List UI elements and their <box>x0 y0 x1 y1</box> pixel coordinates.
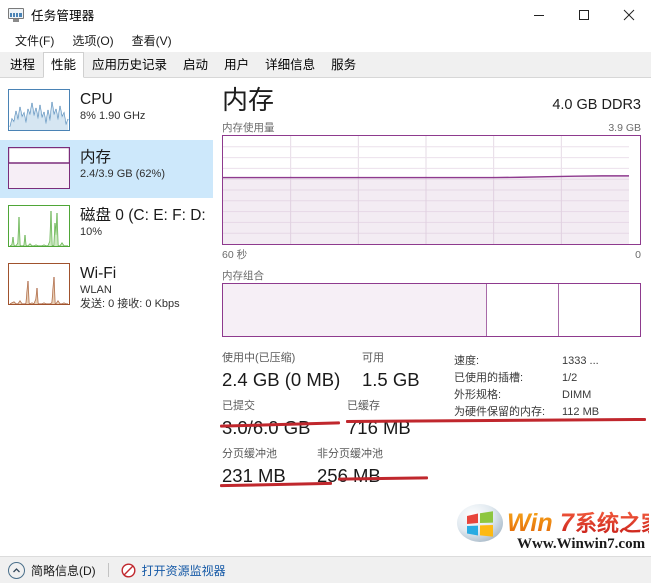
watermark-brand-win: Win <box>507 509 553 537</box>
menu-bar: 文件(F) 选项(O) 查看(V) <box>0 30 651 52</box>
composition-segment-modified <box>486 284 558 336</box>
stat-inuse-value: 2.4 GB (0 MB) <box>222 369 341 390</box>
memory-usage-chart-svg <box>223 136 629 244</box>
detail-formfactor: 外形规格: DIMM <box>454 387 641 404</box>
menu-item-file[interactable]: 文件(F) <box>6 30 63 52</box>
sidebar-wifi-title: Wi-Fi <box>80 265 117 282</box>
memory-composition-bar <box>222 283 641 337</box>
sidebar-item-disk[interactable]: 磁盘 0 (C: E: F: D: 10% <box>0 198 213 256</box>
window-controls <box>516 0 651 30</box>
stat-available: 可用 1.5 GB <box>362 351 420 393</box>
status-divider <box>107 563 109 577</box>
chart-max-label: 3.9 GB <box>608 122 641 134</box>
watermark-url: Www.Winwin7.com <box>517 536 646 552</box>
tab-startup[interactable]: 启动 <box>175 52 216 77</box>
wifi-sparkline-icon <box>8 263 70 305</box>
composition-caption: 内存组合 <box>222 270 264 282</box>
detail-speed-value: 1333 ... <box>562 355 599 367</box>
sidebar-disk-title: 磁盘 0 (C: E: F: D: <box>80 207 206 224</box>
stat-nonpaged-pool-label: 非分页缓冲池 <box>317 448 383 460</box>
tab-bar: 进程 性能 应用历史记录 启动 用户 详细信息 服务 <box>0 52 651 78</box>
stat-committed-value: 3.0/6.0 GB <box>222 417 311 438</box>
sidebar-memory-title: 内存 <box>80 149 112 166</box>
chart-axis-right: 0 <box>635 249 641 261</box>
statistics-left-column: 使用中(已压缩) 2.4 GB (0 MB) 可用 1.5 GB 已提交 3.0… <box>219 351 647 489</box>
sidebar-wifi-sub: WLAN <box>80 284 112 296</box>
detail-slots-key: 已使用的插槽: <box>454 372 524 384</box>
sidebar-item-cpu[interactable]: CPU 8% 1.90 GHz <box>0 82 213 140</box>
detail-formfactor-value: DIMM <box>562 389 592 401</box>
watermark-brand-7: 7 <box>560 509 575 537</box>
content-area: CPU 8% 1.90 GHz 内存 2.4/3.9 GB (62%) 磁盘 0… <box>0 78 651 543</box>
composition-segment-inuse <box>223 284 486 336</box>
watermark-brand-cn: 系统之家 <box>575 511 649 536</box>
menu-item-view[interactable]: 查看(V) <box>123 30 181 52</box>
tab-app-history[interactable]: 应用历史记录 <box>84 52 175 77</box>
stat-paged-pool-label: 分页缓冲池 <box>222 448 277 460</box>
detail-speed: 速度: 1333 ... <box>454 353 641 370</box>
disk-sparkline-icon <box>8 205 70 247</box>
status-bar: 简略信息(D) 打开资源监视器 <box>0 556 651 583</box>
chart-caption: 内存使用量 <box>222 122 275 134</box>
detail-formfactor-key: 外形规格: <box>454 389 502 401</box>
chart-caption-row: 内存使用量 3.9 GB <box>222 120 641 135</box>
stat-committed-label: 已提交 <box>222 400 255 412</box>
sidebar-cpu-sub: 8% 1.90 GHz <box>80 110 146 122</box>
sidebar-wifi-sub2: 发送: 0 接收: 0 Kbps <box>80 298 180 310</box>
chart-axis-row: 60 秒 0 <box>222 247 641 262</box>
sidebar-item-wifi[interactable]: Wi-Fi WLAN 发送: 0 接收: 0 Kbps <box>0 256 213 314</box>
resource-monitor-icon[interactable] <box>121 562 136 578</box>
stat-inuse: 使用中(已压缩) 2.4 GB (0 MB) <box>222 351 362 393</box>
close-button[interactable] <box>606 0 651 30</box>
window-title: 任务管理器 <box>31 9 95 23</box>
task-manager-icon <box>8 7 24 22</box>
sidebar-disk-sub: 10% <box>80 226 103 238</box>
tab-details[interactable]: 详细信息 <box>257 52 323 77</box>
minimize-button[interactable] <box>516 0 561 30</box>
memory-usage-icon <box>8 147 70 189</box>
maximize-button[interactable] <box>561 0 606 30</box>
chart-axis-left: 60 秒 <box>222 249 248 261</box>
sidebar-item-memory[interactable]: 内存 2.4/3.9 GB (62%) <box>0 140 213 198</box>
title-bar: 任务管理器 <box>0 0 651 30</box>
detail-reserved-value: 112 MB <box>562 406 600 418</box>
cpu-sparkline-icon <box>8 89 70 131</box>
watermark-logo: Win 7 系统之家 Www.Winwin7.com <box>455 501 651 553</box>
sidebar-memory-sub: 2.4/3.9 GB (62%) <box>80 168 165 180</box>
detail-slots: 已使用的插槽: 1/2 <box>454 370 641 387</box>
detail-slots-value: 1/2 <box>562 372 578 384</box>
page-title: 内存 <box>222 85 275 115</box>
open-resource-monitor-link[interactable]: 打开资源监视器 <box>142 562 226 579</box>
detail-reserved: 为硬件保留的内存: 112 MB <box>454 404 641 421</box>
statistics-area: 使用中(已压缩) 2.4 GB (0 MB) 可用 1.5 GB 已提交 3.0… <box>219 351 647 489</box>
stat-nonpaged-pool-value: 256 MB <box>317 465 381 486</box>
fewer-details-button[interactable]: 简略信息(D) <box>31 562 96 579</box>
detail-reserved-key: 为硬件保留的内存: <box>454 406 546 418</box>
stat-available-value: 1.5 GB <box>362 369 420 390</box>
stat-cached-label: 已缓存 <box>347 400 380 412</box>
menu-item-options[interactable]: 选项(O) <box>63 30 122 52</box>
tab-users[interactable]: 用户 <box>216 52 257 77</box>
memory-detail-panel: 内存 4.0 GB DDR3 内存使用量 3.9 GB 60 秒 0 内存组合 <box>214 78 651 543</box>
memory-usage-chart <box>222 135 641 245</box>
tab-processes[interactable]: 进程 <box>2 52 43 77</box>
sidebar-cpu-title: CPU <box>80 91 113 108</box>
detail-speed-key: 速度: <box>454 355 480 367</box>
stat-cached-value: 716 MB <box>347 417 411 438</box>
stat-row-1: 使用中(已压缩) 2.4 GB (0 MB) 可用 1.5 GB <box>222 351 454 393</box>
statistics-right-column: 速度: 1333 ... 已使用的插槽: 1/2 外形规格: DIMM 为硬件保… <box>454 351 641 489</box>
chevron-up-icon[interactable] <box>8 561 25 579</box>
tab-performance[interactable]: 性能 <box>43 52 85 78</box>
tab-services[interactable]: 服务 <box>323 52 364 77</box>
stat-inuse-label: 使用中(已压缩) <box>222 352 296 364</box>
stat-committed: 已提交 3.0/6.0 GB <box>222 399 347 441</box>
stat-available-label: 可用 <box>362 352 384 364</box>
resource-sidebar: CPU 8% 1.90 GHz 内存 2.4/3.9 GB (62%) 磁盘 0… <box>0 78 214 543</box>
hardware-summary: 4.0 GB DDR3 <box>552 97 641 113</box>
panel-header: 内存 4.0 GB DDR3 <box>222 84 641 116</box>
composition-segment-free <box>558 284 640 336</box>
